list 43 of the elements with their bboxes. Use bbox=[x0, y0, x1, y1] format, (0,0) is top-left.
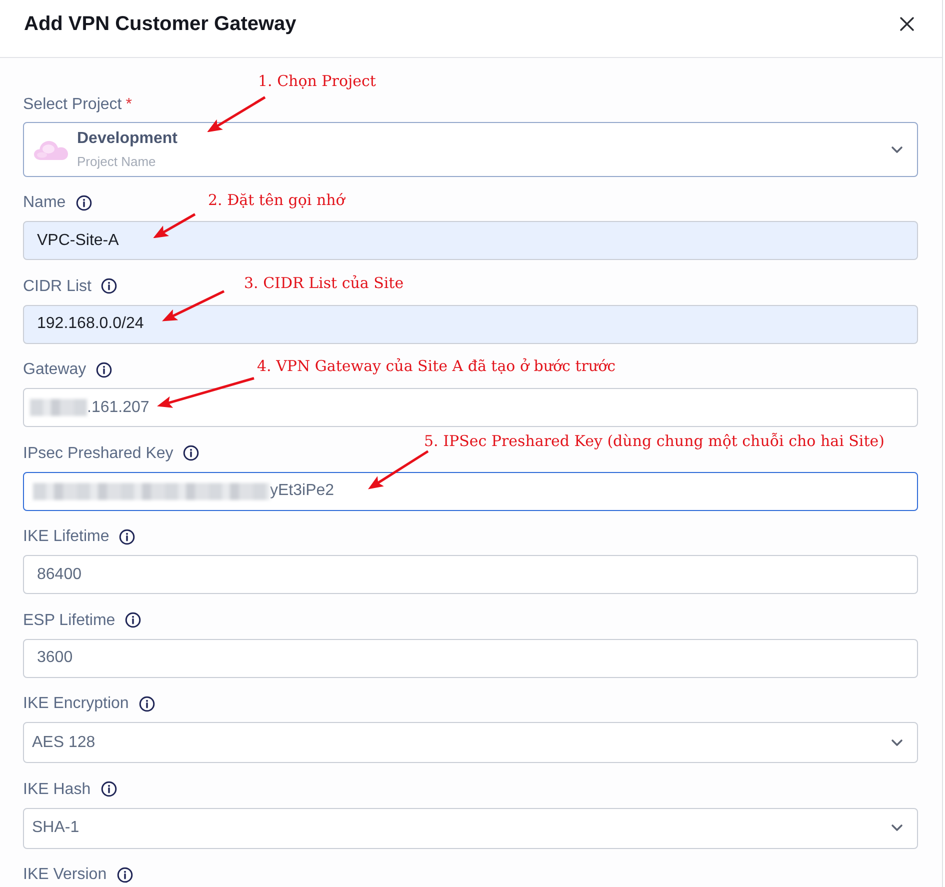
info-icon[interactable] bbox=[116, 866, 133, 882]
info-icon[interactable] bbox=[119, 528, 136, 544]
info-icon[interactable] bbox=[183, 445, 200, 461]
annotation-arrow bbox=[207, 96, 266, 132]
field-label: IKE Hash bbox=[23, 780, 91, 800]
field-label: Gateway bbox=[23, 360, 86, 380]
chevron-down-icon bbox=[891, 824, 903, 832]
info-icon[interactable] bbox=[96, 362, 112, 378]
annotation-text: 2. Đặt tên gọi nhớ bbox=[208, 190, 345, 210]
dropdown-select[interactable]: AES 128 bbox=[23, 722, 918, 763]
required-asterisk: * bbox=[126, 95, 132, 115]
text-input[interactable]: 3600 bbox=[23, 638, 918, 678]
text-input[interactable]: 86400 bbox=[23, 555, 918, 594]
annotation-arrow bbox=[162, 290, 225, 322]
text-input[interactable]: 192.168.0.0/24 bbox=[23, 304, 918, 344]
info-icon[interactable] bbox=[76, 194, 92, 210]
chevron-down-icon bbox=[891, 738, 903, 746]
dropdown-select[interactable]: SHA-1 bbox=[23, 808, 918, 848]
text-input[interactable]: yEt3iPe2 bbox=[23, 472, 918, 510]
field-label: CIDR List bbox=[23, 276, 92, 296]
info-icon[interactable] bbox=[101, 278, 118, 294]
info-icon[interactable] bbox=[125, 612, 142, 628]
field-label: IKE Encryption bbox=[23, 694, 129, 714]
text-input[interactable]: VPC-Site-A bbox=[23, 221, 918, 260]
field-label: ESP Lifetime bbox=[23, 610, 116, 630]
project-dropdown[interactable]: Development Project Name bbox=[23, 122, 918, 177]
annotation-text: 5. IPSec Preshared Key (dùng chung một chuỗi cho hai Site) bbox=[424, 430, 884, 450]
field-label: Name bbox=[23, 193, 66, 213]
field-label: IPsec Preshared Key bbox=[23, 444, 174, 464]
dialog-title: Add VPN Customer Gateway bbox=[24, 12, 296, 36]
annotation-arrow bbox=[153, 212, 196, 238]
annotation-text: 4. VPN Gateway của Site A đã tạo ở bước trước bbox=[257, 356, 616, 376]
text-input[interactable]: .161.207 bbox=[23, 388, 918, 427]
info-icon[interactable] bbox=[138, 696, 155, 712]
annotation-text: 1. Chọn Project bbox=[258, 71, 376, 91]
annotation-arrow bbox=[368, 450, 429, 490]
field-label: IKE Lifetime bbox=[23, 527, 110, 547]
close-icon bbox=[900, 17, 914, 31]
chevron-down-icon bbox=[891, 146, 903, 154]
field-label: Select Project bbox=[23, 95, 122, 115]
annotation-text: 3. CIDR List của Site bbox=[244, 272, 404, 292]
field-label: IKE Version bbox=[23, 865, 107, 885]
info-icon[interactable] bbox=[100, 781, 117, 797]
